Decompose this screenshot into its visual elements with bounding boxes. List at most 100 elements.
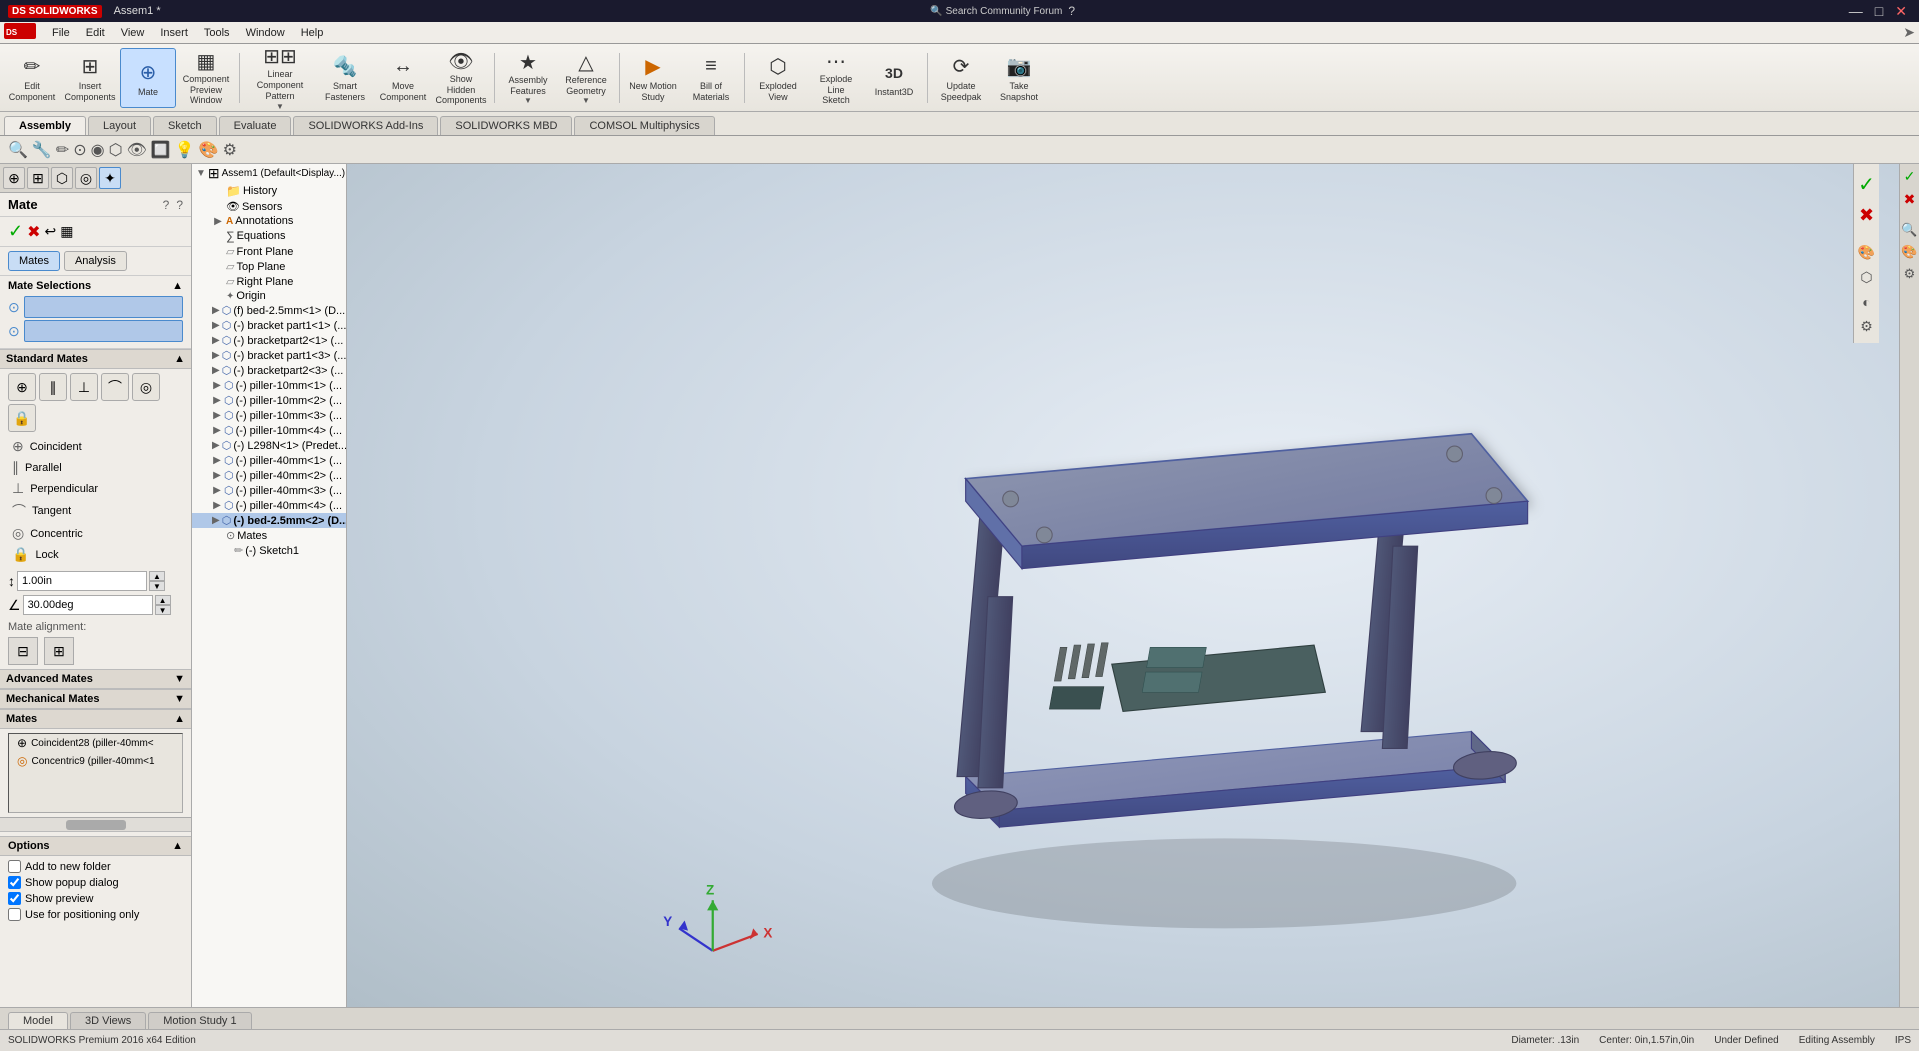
mates-list-header[interactable]: Mates ▲	[0, 709, 191, 729]
perpendicular-item[interactable]: ⊥ Perpendicular	[8, 478, 183, 499]
tab-solidworks-addins[interactable]: SOLIDWORKS Add-Ins	[293, 116, 438, 135]
new-motion-study-button[interactable]: ▶ New MotionStudy	[625, 48, 681, 108]
panel-tab-icon-3[interactable]: ⬡	[51, 167, 73, 189]
distance-down[interactable]: ▼	[149, 581, 165, 591]
menu-window[interactable]: Window	[238, 25, 293, 41]
concentric-item[interactable]: ◎ Concentric	[8, 523, 183, 544]
cmd-icon-6[interactable]: ⬡	[109, 140, 123, 160]
mate-perpendicular-btn[interactable]: ⊥	[70, 373, 98, 401]
coincident-item[interactable]: ⊕ Coincident	[8, 436, 183, 457]
tree-item-piller40-2[interactable]: ▶ (-) piller-40mm<2> (...	[192, 468, 346, 483]
cmd-icon-9[interactable]: 💡	[175, 140, 195, 160]
angle-up[interactable]: ▲	[155, 595, 171, 605]
explode-line-sketch-button[interactable]: ⋯ ExplodeLineSketch	[808, 48, 864, 108]
tree-item-piller10-3[interactable]: ▶ (-) piller-10mm<3> (...	[192, 408, 346, 423]
tab-solidworks-mbd[interactable]: SOLIDWORKS MBD	[440, 116, 572, 135]
panel-tab-icon-2[interactable]: ⊞	[27, 167, 49, 189]
reference-geometry-button[interactable]: △ ReferenceGeometry ▼	[558, 48, 614, 108]
mate-lock-btn[interactable]: 🔒	[8, 404, 36, 432]
right-panel-icon-2[interactable]: ✖	[1904, 191, 1916, 208]
bottom-tab-motion-study[interactable]: Motion Study 1	[148, 1012, 251, 1029]
standard-mates-header[interactable]: Standard Mates ▲	[0, 349, 191, 369]
smart-fasteners-button[interactable]: 🔩 SmartFasteners	[317, 48, 373, 108]
mate-tangent-btn[interactable]: ⌒	[101, 373, 129, 401]
linear-component-pattern-button[interactable]: ⊞⊞ Linear ComponentPattern ▼	[245, 48, 315, 108]
tab-mates[interactable]: Mates	[8, 251, 60, 271]
cmd-icon-5[interactable]: ◉	[91, 140, 105, 160]
tab-layout[interactable]: Layout	[88, 116, 151, 135]
lock-item[interactable]: 🔒 Lock	[8, 544, 183, 565]
mate-selection-input-1[interactable]	[24, 296, 183, 318]
bottom-tab-model[interactable]: Model	[8, 1012, 68, 1029]
tree-item-bracket-part1-3[interactable]: ▶ (-) bracket part1<3> (...	[192, 348, 346, 363]
parallel-item[interactable]: ∥ Parallel	[8, 457, 183, 478]
edit-component-button[interactable]: ✏ EditComponent	[4, 48, 60, 108]
tangent-item[interactable]: ⌒ Tangent	[8, 499, 183, 523]
tab-assembly[interactable]: Assembly	[4, 116, 86, 135]
horizontal-scrollbar[interactable]	[0, 817, 191, 831]
tree-item-right-plane[interactable]: Right Plane	[192, 274, 346, 289]
tree-item-piller40-1[interactable]: ▶ (-) piller-40mm<1> (...	[192, 453, 346, 468]
right-panel-icon-4[interactable]: 🎨	[1901, 244, 1917, 260]
cmd-icon-2[interactable]: 🔧	[32, 140, 52, 160]
cmd-icon-4[interactable]: ⊙	[73, 140, 86, 160]
alignment-option-1[interactable]: ⊟	[8, 637, 38, 665]
tree-item-bracket-part2-3[interactable]: ▶ (-) bracketpart2<3> (...	[192, 363, 346, 378]
tree-root[interactable]: ▼ ⊞ Assem1 (Default<Display...)	[192, 164, 346, 183]
use-for-positioning-only-checkbox[interactable]	[8, 908, 21, 921]
tab-comsol[interactable]: COMSOL Multiphysics	[574, 116, 714, 135]
menu-tools[interactable]: Tools	[196, 25, 238, 41]
tree-item-piller10-4[interactable]: ▶ (-) piller-10mm<4> (...	[192, 423, 346, 438]
tree-item-top-plane[interactable]: Top Plane	[192, 259, 346, 274]
tree-item-bracket-part1-1[interactable]: ▶ (-) bracket part1<1> (...	[192, 318, 346, 333]
menu-edit[interactable]: Edit	[78, 25, 113, 41]
menu-help[interactable]: Help	[293, 25, 332, 41]
maximize-button[interactable]: □	[1871, 3, 1887, 20]
take-snapshot-button[interactable]: 📷 TakeSnapshot	[991, 48, 1047, 108]
alignment-option-2[interactable]: ⊞	[44, 637, 74, 665]
cmd-icon-7[interactable]: 👁	[127, 140, 147, 160]
mate-list-concentric9[interactable]: ◎ Concentric9 (piller-40mm<1	[9, 752, 182, 770]
show-popup-dialog-checkbox[interactable]	[8, 876, 21, 889]
preview-icon[interactable]: ↩	[45, 223, 57, 240]
mate-list-coincident28[interactable]: ⊕ Coincident28 (piller-40mm<	[9, 734, 182, 752]
tree-item-annotations[interactable]: ▶ Annotations	[192, 214, 346, 228]
tab-analysis[interactable]: Analysis	[64, 251, 127, 271]
cmd-icon-3[interactable]: ✏	[56, 140, 69, 160]
tree-item-l298n[interactable]: ▶ (-) L298N<1> (Predet...	[192, 438, 346, 453]
exploded-view-button[interactable]: ⬡ ExplodedView	[750, 48, 806, 108]
bill-of-materials-button[interactable]: ≡ Bill ofMaterials	[683, 48, 739, 108]
mate-button[interactable]: ⊕ Mate	[120, 48, 176, 108]
tree-item-piller40-4[interactable]: ▶ (-) piller-40mm<4> (...	[192, 498, 346, 513]
tree-item-bed-2[interactable]: ▶ (-) bed-2.5mm<2> (D...	[192, 513, 346, 528]
distance-up[interactable]: ▲	[149, 571, 165, 581]
right-panel-icon-5[interactable]: ⚙	[1904, 266, 1916, 282]
angle-down[interactable]: ▼	[155, 605, 171, 615]
tree-item-sketch1[interactable]: (-) Sketch1	[192, 543, 346, 558]
menu-view[interactable]: View	[113, 25, 153, 41]
tree-item-sensors[interactable]: 👁 Sensors	[192, 199, 346, 214]
advanced-mates-header[interactable]: Advanced Mates ▼	[0, 669, 191, 689]
show-preview-checkbox[interactable]	[8, 892, 21, 905]
tree-item-piller40-3[interactable]: ▶ (-) piller-40mm<3> (...	[192, 483, 346, 498]
tree-item-equations[interactable]: Equations	[192, 228, 346, 244]
mate-concentric-btn[interactable]: ◎	[132, 373, 160, 401]
mechanical-mates-header[interactable]: Mechanical Mates ▼	[0, 689, 191, 709]
panel-tab-icon-1[interactable]: ⊕	[3, 167, 25, 189]
tab-evaluate[interactable]: Evaluate	[219, 116, 292, 135]
tree-item-piller10-2[interactable]: ▶ (-) piller-10mm<2> (...	[192, 393, 346, 408]
mate-selection-input-2[interactable]	[24, 320, 183, 342]
tree-item-front-plane[interactable]: Front Plane	[192, 244, 346, 259]
right-panel-icon-1[interactable]: ✓	[1904, 168, 1916, 185]
add-to-new-folder-checkbox[interactable]	[8, 860, 21, 873]
scrollbar-thumb[interactable]	[66, 820, 126, 830]
help-question-icon[interactable]: ?	[163, 198, 170, 212]
tree-item-piller10-1[interactable]: ▶ (-) piller-10mm<1> (...	[192, 378, 346, 393]
cmd-icon-10[interactable]: 🎨	[199, 140, 219, 160]
tab-sketch[interactable]: Sketch	[153, 116, 217, 135]
panel-tab-icon-4[interactable]: ◎	[75, 167, 97, 189]
collapse-mate-selections[interactable]: ▲	[172, 280, 183, 292]
panel-tab-icon-5[interactable]: ✦	[99, 167, 121, 189]
accept-icon[interactable]: ✓	[8, 221, 23, 242]
mate-coincident-btn[interactable]: ⊕	[8, 373, 36, 401]
